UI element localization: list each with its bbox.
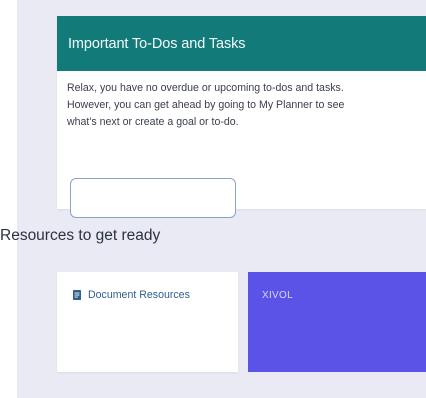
resource-card-documents[interactable]: Document Resources — [57, 272, 238, 372]
document-resources-link[interactable]: Document Resources — [73, 289, 190, 301]
todos-message-line: what's next or create a goal or to-do. — [67, 116, 239, 128]
document-icon — [73, 290, 81, 300]
document-resources-label: Document Resources — [88, 289, 190, 301]
todos-empty-message: Relax, you have no overdue or upcoming t… — [67, 80, 417, 131]
todos-card-title: Important To-Dos and Tasks — [68, 35, 246, 52]
resource-card-xivol-label: XIVOL — [262, 290, 293, 301]
todos-message-line: Relax, you have no overdue or upcoming t… — [67, 82, 344, 94]
todos-card: Important To-Dos and Tasks Relax, you ha… — [57, 16, 426, 218]
todos-text-input[interactable] — [70, 178, 236, 218]
resource-card-xivol[interactable]: XIVOL — [248, 272, 426, 372]
todos-message-line: However, you can get ahead by going to M… — [67, 99, 345, 111]
page: Important To-Dos and Tasks Relax, you ha… — [0, 0, 426, 398]
resources-section-heading: Resources to get ready — [0, 227, 161, 244]
todos-card-header: Important To-Dos and Tasks — [57, 16, 426, 71]
